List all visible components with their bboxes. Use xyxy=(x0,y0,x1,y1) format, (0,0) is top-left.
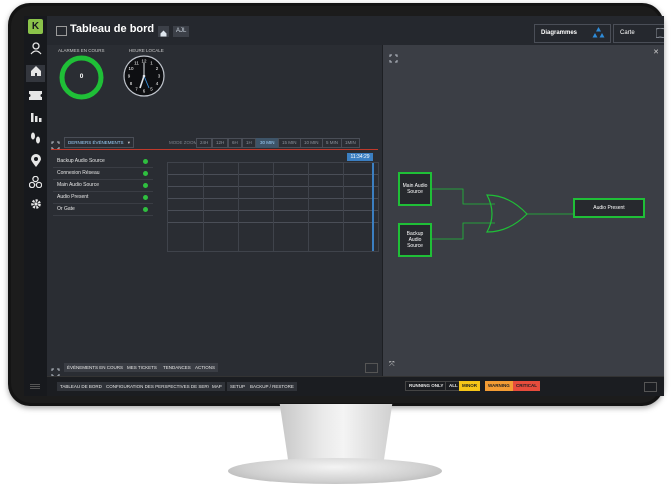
bottom-nav-bar: TABLEAU DE BORD CONFIGURATION DES PERSPEC… xyxy=(47,376,664,396)
timeline-gridline xyxy=(238,163,239,251)
diagram-panel: ✕ Main Audio Source Backup Audio Source … xyxy=(382,45,664,376)
diagram-node-backup[interactable]: Backup Audio Source xyxy=(398,223,432,257)
row-separator xyxy=(53,179,153,180)
diagrams-label: Diagrammes xyxy=(541,30,578,36)
pin-icon[interactable] xyxy=(26,154,45,171)
expand-icon[interactable] xyxy=(51,137,60,150)
events-dropdown[interactable]: DERNIERS ÉVÉNEMENTS ▾ xyxy=(64,137,135,148)
event-row-label[interactable]: Backup Audio Source xyxy=(57,158,105,164)
monitor-stand-neck xyxy=(279,404,393,464)
top-bar: Tableau de bord AJL Diagrammes Carte xyxy=(47,16,664,46)
logo-icon[interactable]: K xyxy=(28,19,43,34)
zoom-option[interactable]: 10 MIN xyxy=(300,138,323,148)
zoom-option[interactable]: 30 MIN xyxy=(256,138,279,148)
status-dot xyxy=(143,183,148,188)
user-icon[interactable] xyxy=(26,42,45,59)
row-separator xyxy=(53,167,153,168)
severity-filter[interactable]: RUNNING ONLY xyxy=(405,381,448,391)
timeline-gridline xyxy=(308,163,309,251)
page-title: Tableau de bord xyxy=(70,23,155,35)
status-dot xyxy=(143,159,148,164)
clock-number: 11 xyxy=(134,61,139,66)
event-row-label[interactable]: Or Gate xyxy=(57,206,75,212)
network-icon[interactable] xyxy=(26,175,45,193)
zoom-mode-label: MODE ZOOM xyxy=(169,140,198,145)
clock-number: 12 xyxy=(141,59,147,64)
nav-tab[interactable]: SETUP xyxy=(227,382,249,391)
breadcrumb-item[interactable]: AJL xyxy=(173,26,190,37)
panel-tab[interactable]: ÉVÉNEMENTS EN COURS xyxy=(64,363,127,372)
zoom-option[interactable]: 15 MIN xyxy=(278,138,301,148)
panel-tab[interactable]: TENDANCES xyxy=(160,363,194,372)
sidebar: K xyxy=(24,16,47,396)
severity-filter[interactable]: CRITICAL xyxy=(513,381,540,391)
row-separator xyxy=(53,215,153,216)
ticket-icon[interactable] xyxy=(26,88,45,105)
nav-tab[interactable]: MAP xyxy=(209,382,225,391)
current-time-badge: 11:34:29 xyxy=(347,153,373,161)
nav-tab[interactable]: CONFIGURATION DES PERSPECTIVES DE SERVIC… xyxy=(103,382,222,391)
screen: K Tableau de bord AJL Diagrammes Carte A… xyxy=(24,16,664,396)
events-dropdown-label: DERNIERS ÉVÉNEMENTS xyxy=(68,140,124,145)
zoom-option[interactable]: 1MIN xyxy=(341,138,360,148)
diagrams-button[interactable]: Diagrammes xyxy=(534,24,611,43)
events-divider xyxy=(51,149,378,150)
timeline-gridline xyxy=(203,163,204,251)
zoom-option[interactable]: 1H xyxy=(242,138,256,148)
breadcrumb-home-icon[interactable] xyxy=(158,26,169,37)
collapse-icon[interactable]: ⤧ xyxy=(389,361,395,369)
zoom-option[interactable]: 12H xyxy=(212,138,229,148)
timeline-gridline xyxy=(273,163,274,251)
timeline-gridline xyxy=(343,163,344,251)
panel-tab[interactable]: MES TICKETS xyxy=(124,363,160,372)
analog-clock: 12 1234567891011 xyxy=(123,55,165,97)
diagram-icon xyxy=(592,27,605,38)
status-dot xyxy=(143,171,148,176)
timeline-chart[interactable] xyxy=(167,162,379,252)
window-icon xyxy=(56,26,67,36)
row-separator xyxy=(53,203,153,204)
diagram-node-output[interactable]: Audio Present xyxy=(573,198,645,218)
row-separator xyxy=(53,191,153,192)
bottom-menu-icon[interactable] xyxy=(644,382,657,392)
expand-icon[interactable] xyxy=(51,364,60,377)
monitor-stand-base xyxy=(228,458,442,484)
alarms-title: ALARMES EN COURS xyxy=(58,48,105,53)
status-dot xyxy=(143,207,148,212)
map-button[interactable]: Carte xyxy=(613,24,664,43)
gear-icon[interactable] xyxy=(26,198,45,215)
event-row-label[interactable]: Audio Present xyxy=(57,194,88,200)
chevron-down-icon: ▾ xyxy=(127,140,131,145)
status-dot xyxy=(143,195,148,200)
panel-menu-icon[interactable] xyxy=(365,363,378,373)
clock-title: HEURE LOCALE xyxy=(129,48,164,53)
menu-lines-icon[interactable] xyxy=(30,384,40,385)
footsteps-icon[interactable] xyxy=(26,132,45,149)
severity-filter[interactable]: WARNING xyxy=(485,381,513,391)
zoom-option[interactable]: 24H xyxy=(196,138,213,148)
diagram-node-main[interactable]: Main Audio Source xyxy=(398,172,432,206)
event-row-label[interactable]: Main Audio Source xyxy=(57,182,99,188)
panel-tab[interactable]: ACTIONS xyxy=(192,363,219,372)
nav-tab[interactable]: TABLEAU DE BORD xyxy=(57,382,105,391)
home-icon[interactable] xyxy=(26,65,45,82)
severity-filter[interactable]: MINOR xyxy=(459,381,480,391)
map-icon xyxy=(656,28,664,38)
zoom-option[interactable]: 5 MIN xyxy=(322,138,343,148)
alarms-count: 0 xyxy=(79,73,84,80)
timeline-now-marker xyxy=(372,163,374,251)
chart-icon[interactable] xyxy=(26,110,45,127)
nav-tab[interactable]: BACKUP / RESTORE xyxy=(247,382,297,391)
left-panel: ALARMES EN COURS 0 HEURE LOCALE 12 1 2 3 4 5 6… xyxy=(47,45,382,377)
clock-number: 10 xyxy=(129,66,135,71)
monitor-bezel: K Tableau de bord AJL Diagrammes Carte A… xyxy=(8,3,664,406)
map-label: Carte xyxy=(620,30,635,36)
zoom-option[interactable]: 6H xyxy=(228,138,242,148)
event-row-label[interactable]: Connexion Réseau xyxy=(57,170,100,176)
